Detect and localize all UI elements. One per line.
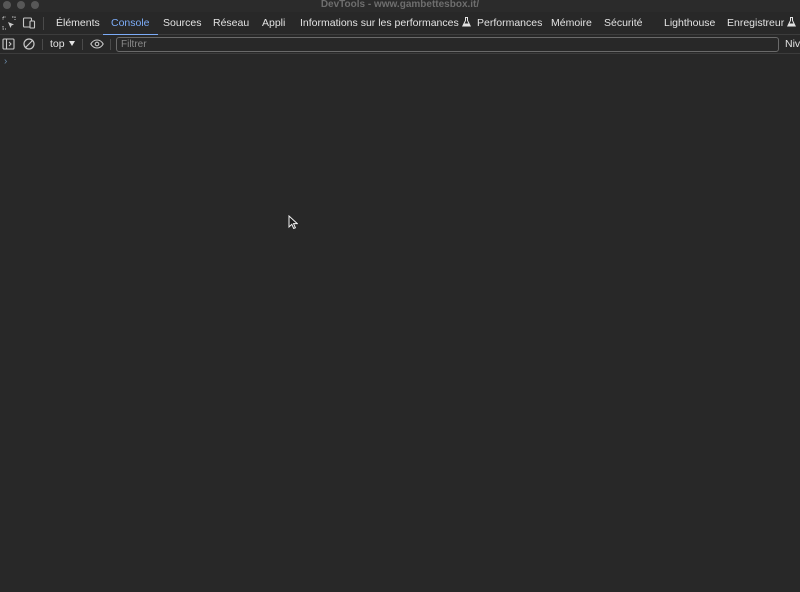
inspect-element-icon[interactable] <box>2 16 16 30</box>
flask-icon <box>787 17 797 27</box>
eye-icon[interactable] <box>90 37 104 51</box>
console-toolbar: top Nive <box>0 35 800 54</box>
tab-label: Mémoire <box>551 17 592 29</box>
tab-recorder[interactable]: Enregistreur <box>727 12 797 35</box>
mouse-pointer-icon <box>288 214 299 234</box>
clear-console-icon[interactable] <box>22 37 36 51</box>
tab-label: Enregistreur <box>727 17 785 29</box>
tab-console[interactable]: Console <box>103 12 157 36</box>
tab-label: Appli <box>262 17 286 29</box>
toolbar-divider <box>110 39 111 50</box>
show-sidebar-icon[interactable] <box>2 37 16 51</box>
tab-label: Informations sur les performances <box>300 17 459 29</box>
filter-input[interactable] <box>116 37 779 52</box>
tab-label: Performances <box>477 17 543 29</box>
javascript-context-select[interactable]: top <box>50 35 65 53</box>
tab-performance-insights[interactable]: Informations sur les performances <box>300 12 471 35</box>
console-output[interactable]: › <box>0 54 800 592</box>
toolbar-divider <box>82 39 83 50</box>
tab-label: Console <box>111 17 150 29</box>
tab-sources[interactable]: Sources <box>163 12 202 35</box>
tab-memory[interactable]: Mémoire <box>551 12 592 35</box>
tab-application[interactable]: Appli <box>262 12 285 35</box>
toolbar-divider <box>42 39 43 50</box>
tab-security[interactable]: Sécurité <box>604 12 643 35</box>
devtools-window: DevTools - www.gambettesbox.it/ Éléments… <box>0 0 800 592</box>
tab-lighthouse[interactable]: Lighthouse <box>664 12 715 35</box>
flask-icon <box>461 17 471 27</box>
tab-label: Sources <box>163 17 202 29</box>
tab-label: Sécurité <box>604 17 643 29</box>
console-prompt[interactable]: › <box>4 56 7 67</box>
device-toolbar-icon[interactable] <box>22 16 36 30</box>
tab-label: Éléments <box>56 17 100 29</box>
log-levels-dropdown[interactable]: Nive <box>785 35 800 53</box>
window-title: DevTools - www.gambettesbox.it/ <box>320 0 480 10</box>
tab-label: Lighthouse <box>664 17 716 29</box>
tab-label: Réseau <box>213 17 250 29</box>
tab-performance[interactable]: Performances <box>477 12 542 35</box>
tab-bar-divider <box>43 17 44 30</box>
tab-elements[interactable]: Éléments <box>56 12 100 35</box>
panel-tab-bar: Éléments Console Sources Réseau Appli In… <box>0 12 800 36</box>
tab-network[interactable]: Réseau <box>213 12 249 35</box>
caret-down-icon <box>69 41 75 46</box>
title-bar: DevTools - www.gambettesbox.it/ <box>0 0 800 12</box>
